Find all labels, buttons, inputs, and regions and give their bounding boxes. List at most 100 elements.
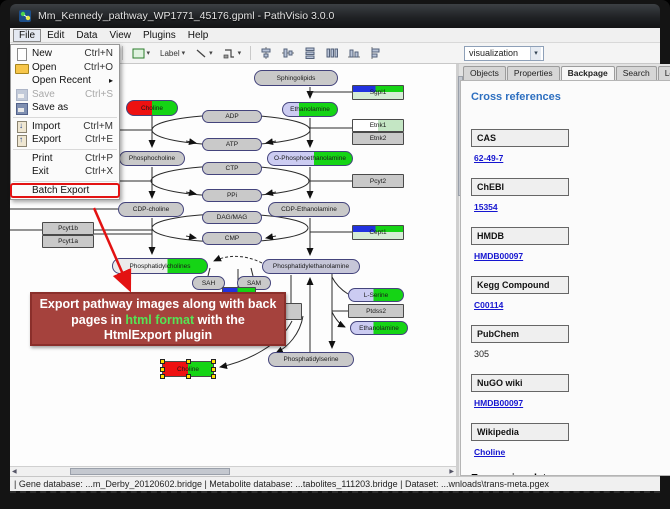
scroll-left-icon[interactable]: ◀ [12, 468, 17, 477]
distribute-vertical-button[interactable] [301, 45, 319, 62]
menubar-item-help[interactable]: Help [182, 29, 215, 42]
node-etnk2[interactable]: Etnk2 [352, 132, 404, 145]
xref-section-hmdb: HMDB HMDB00097 [471, 227, 670, 267]
selection-handle[interactable] [160, 359, 165, 364]
menu-item-label: Batch Export [32, 185, 113, 196]
node-phosphatidylcholines[interactable]: Phosphatidylcholines [112, 258, 208, 274]
node-dag-mag[interactable]: DAG/MAG [202, 211, 262, 224]
node-ctp[interactable]: CTP [202, 162, 262, 175]
node-choline-selected[interactable]: Choline [162, 361, 214, 377]
node-cdp-ethanolamine[interactable]: CDP-Ethanolamine [268, 202, 350, 217]
xref-section-wikipedia: WikipediaCholine [471, 423, 670, 463]
node-ppi[interactable]: PPi [202, 189, 262, 202]
align-left-icon [370, 47, 382, 59]
menu-item-new[interactable]: NewCtrl+N [11, 47, 119, 61]
align-center-button[interactable] [257, 45, 275, 62]
canvas-horizontal-scrollbar[interactable]: ◀ ▶ [10, 466, 456, 476]
connector-icon [223, 48, 236, 59]
new-datanode-button[interactable]: ▾ [129, 45, 154, 62]
menu-item-print[interactable]: PrintCtrl+P [11, 152, 119, 166]
visualization-combobox[interactable]: visualization ▾ [464, 46, 544, 61]
menubar-item-data[interactable]: Data [70, 29, 103, 42]
tab-properties[interactable]: Properties [507, 66, 560, 80]
xref-id-link[interactable]: Choline [474, 447, 505, 457]
menubar-item-plugins[interactable]: Plugins [137, 29, 182, 42]
import-icon [14, 120, 28, 132]
selection-handle[interactable] [211, 374, 216, 379]
xref-id-link[interactable]: 15354 [474, 202, 498, 212]
expression-data-title: Expression data [471, 472, 670, 476]
xref-id-link[interactable]: HMDB00097 [474, 251, 523, 261]
menubar-item-edit[interactable]: Edit [41, 29, 70, 42]
node-phosphatidylethanolamine[interactable]: Phosphatidylethanolamine [262, 259, 360, 274]
menu-item-save[interactable]: SaveCtrl+S [11, 88, 119, 102]
title-bar[interactable]: Mm_Kennedy_pathway_WP1771_45176.gpml - P… [10, 4, 660, 28]
menu-item-open-recent[interactable]: Open Recent▸ [11, 74, 119, 88]
node-sgpl1[interactable]: Sgpl1 [352, 85, 404, 100]
menu-item-label: Open [32, 62, 76, 73]
xref-id-link[interactable]: 62-49-7 [474, 153, 503, 163]
node-ethanolamine-top[interactable]: Ethanolamine [282, 102, 338, 117]
visualization-dropdown-arrow-icon[interactable]: ▾ [530, 47, 541, 60]
node-label: Etnk2 [370, 135, 387, 142]
toolbar-separator [122, 46, 123, 60]
selection-handle[interactable] [186, 359, 191, 364]
menu-item-export[interactable]: ExportCtrl+E [11, 133, 119, 147]
tab-objects[interactable]: Objects [463, 66, 506, 80]
menu-item-open[interactable]: OpenCtrl+O [11, 61, 119, 75]
menu-bar: FileEditDataViewPluginsHelp [10, 28, 660, 43]
node-pcyt1b[interactable]: Pcyt1b [42, 222, 94, 235]
selection-handle[interactable] [186, 374, 191, 379]
submenu-arrow-icon: ▸ [109, 76, 113, 85]
node-atp[interactable]: ATP [202, 138, 262, 151]
node-ethanolamine-bottom[interactable]: Ethanolamine [350, 321, 408, 335]
xref-id-link[interactable]: C00114 [474, 300, 503, 310]
status-text: | Gene database: ...m_Derby_20120602.bri… [14, 479, 549, 489]
align-middle-button[interactable] [279, 45, 297, 62]
new-connector-button[interactable]: ▾ [220, 45, 245, 62]
menu-item-batch-export[interactable]: Batch Export [11, 184, 119, 198]
node-cmp[interactable]: CMP [202, 232, 262, 245]
node-sphingolipids[interactable]: Sphingolipids [254, 70, 338, 86]
node-ptdss2[interactable]: Ptdss2 [348, 304, 404, 318]
node-sah[interactable]: SAH [192, 276, 225, 290]
menu-item-exit[interactable]: ExitCtrl+X [11, 165, 119, 179]
node-l-serine[interactable]: L-Serine [348, 288, 404, 302]
node-pcyt1a[interactable]: Pcyt1a [42, 235, 94, 248]
node-label: Pcyt2 [370, 178, 386, 185]
node-pcyt2[interactable]: Pcyt2 [352, 174, 404, 188]
node-phosphatidylserine[interactable]: Phosphatidylserine [268, 352, 354, 367]
distribute-horizontal-button[interactable] [323, 45, 341, 62]
align-bottom-button[interactable] [345, 45, 363, 62]
menu-item-save-as[interactable]: Save as [11, 101, 119, 115]
menu-item-import[interactable]: ImportCtrl+M [11, 120, 119, 134]
annotation-callout: Export pathway images along with back pa… [30, 292, 286, 346]
selection-handle[interactable] [211, 359, 216, 364]
align-left-button[interactable] [367, 45, 385, 62]
selection-handle[interactable] [160, 374, 165, 379]
node-phosphocholine[interactable]: Phosphocholine [119, 151, 185, 166]
node-choline[interactable]: Choline [126, 100, 178, 116]
canvas-vertical-scrollbar[interactable] [456, 64, 457, 476]
menubar-item-view[interactable]: View [103, 29, 137, 42]
tab-search[interactable]: Search [616, 66, 657, 80]
new-line-button[interactable]: ▾ [192, 45, 216, 62]
menubar-item-file[interactable]: File [13, 29, 41, 42]
tab-legend[interactable]: Legend [658, 66, 670, 80]
line-icon [195, 48, 207, 59]
xref-id-link[interactable]: HMDB00097 [474, 398, 523, 408]
scroll-right-icon[interactable]: ▶ [449, 468, 454, 477]
node-etnk1[interactable]: Etnk1 [352, 119, 404, 132]
selection-handle[interactable] [211, 367, 216, 372]
node-label: Pcyt1b [58, 225, 78, 232]
menu-item-label: Save as [32, 102, 113, 113]
new-label-button[interactable]: Label ▾ [157, 45, 188, 62]
node-cdp-choline[interactable]: CDP-choline [118, 202, 184, 217]
node-o-phosphoethanolamine[interactable]: O-Phosphoethanolamine [267, 151, 353, 166]
xref-database-name: HMDB [471, 227, 569, 245]
selection-handle[interactable] [160, 367, 165, 372]
tab-backpage[interactable]: Backpage [561, 66, 615, 80]
node-adp[interactable]: ADP [202, 110, 262, 123]
node-cept1[interactable]: Cept1 [352, 225, 404, 240]
horizontal-scroll-thumb[interactable] [70, 468, 230, 475]
